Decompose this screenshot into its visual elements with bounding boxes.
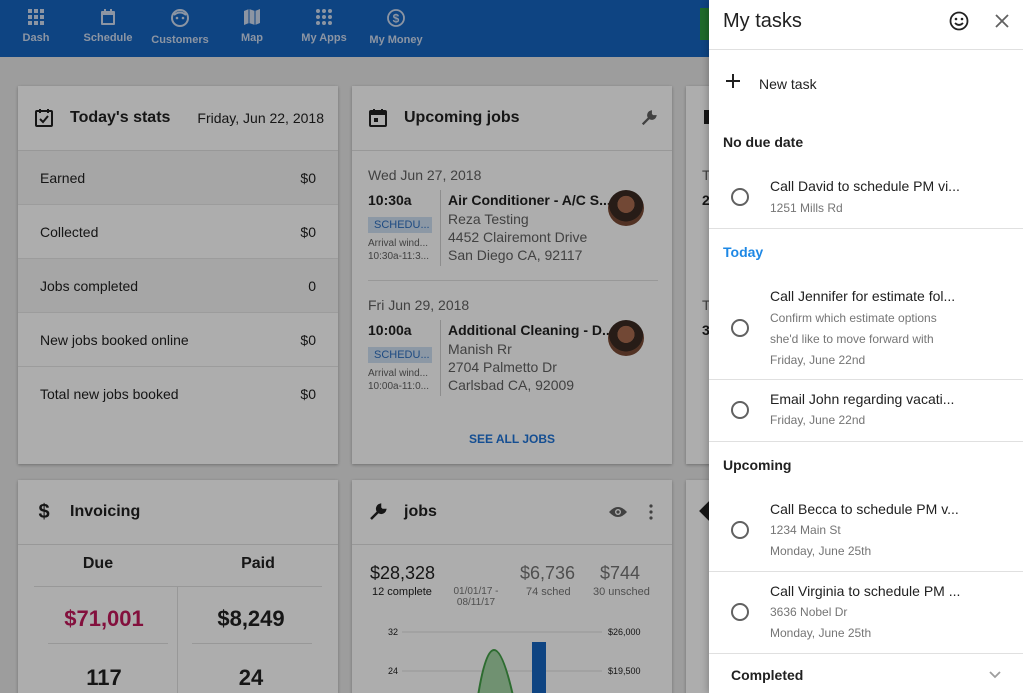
task-item[interactable]: Call Becca to schedule PM v... 1234 Main… — [709, 490, 1023, 572]
task-checkbox[interactable] — [731, 401, 749, 419]
task-subtitle: 1234 Main St — [770, 523, 841, 537]
panel-title: My tasks — [723, 10, 802, 32]
task-subtitle: she'd like to move forward with — [770, 332, 934, 346]
my-tasks-panel: My tasks New task No due date Call David… — [709, 0, 1023, 693]
task-date: Monday, June 25th — [770, 626, 872, 640]
new-task-button[interactable]: New task — [709, 66, 1023, 102]
task-title: Call Becca to schedule PM v... — [770, 501, 959, 517]
task-item[interactable]: Call Jennifer for estimate fol... Confir… — [709, 270, 1023, 380]
task-date: Monday, June 25th — [770, 544, 872, 558]
completed-section-toggle[interactable]: Completed — [709, 656, 1023, 693]
task-title: Email John regarding vacati... — [770, 391, 955, 407]
close-icon[interactable] — [995, 14, 1009, 28]
task-date: Friday, June 22nd — [770, 353, 866, 367]
task-subtitle: 3636 Nobel Dr — [770, 605, 848, 619]
section-no-due-date: No due date — [723, 134, 804, 150]
section-completed: Completed — [731, 667, 804, 683]
task-checkbox[interactable] — [731, 319, 749, 337]
smiley-icon[interactable] — [949, 11, 969, 31]
task-title: Call Virginia to schedule PM ... — [770, 583, 961, 599]
section-upcoming: Upcoming — [723, 457, 792, 473]
task-date: Friday, June 22nd — [770, 413, 866, 427]
overlay-scrim[interactable] — [0, 0, 709, 693]
section-today: Today — [723, 244, 764, 260]
chevron-down-icon — [989, 671, 1001, 679]
plus-icon — [726, 74, 740, 88]
task-subtitle: Confirm which estimate options — [770, 311, 937, 325]
task-item[interactable]: Call David to schedule PM vi... 1251 Mil… — [709, 164, 1023, 229]
task-item[interactable]: Email John regarding vacati... Friday, J… — [709, 380, 1023, 442]
task-title: Call David to schedule PM vi... — [770, 178, 960, 194]
task-item[interactable]: Call Virginia to schedule PM ... 3636 No… — [709, 572, 1023, 654]
task-checkbox[interactable] — [731, 603, 749, 621]
new-task-label: New task — [759, 76, 817, 92]
task-subtitle: 1251 Mills Rd — [770, 201, 843, 215]
panel-header: My tasks — [709, 0, 1023, 50]
task-checkbox[interactable] — [731, 188, 749, 206]
task-title: Call Jennifer for estimate fol... — [770, 288, 956, 304]
task-checkbox[interactable] — [731, 521, 749, 539]
